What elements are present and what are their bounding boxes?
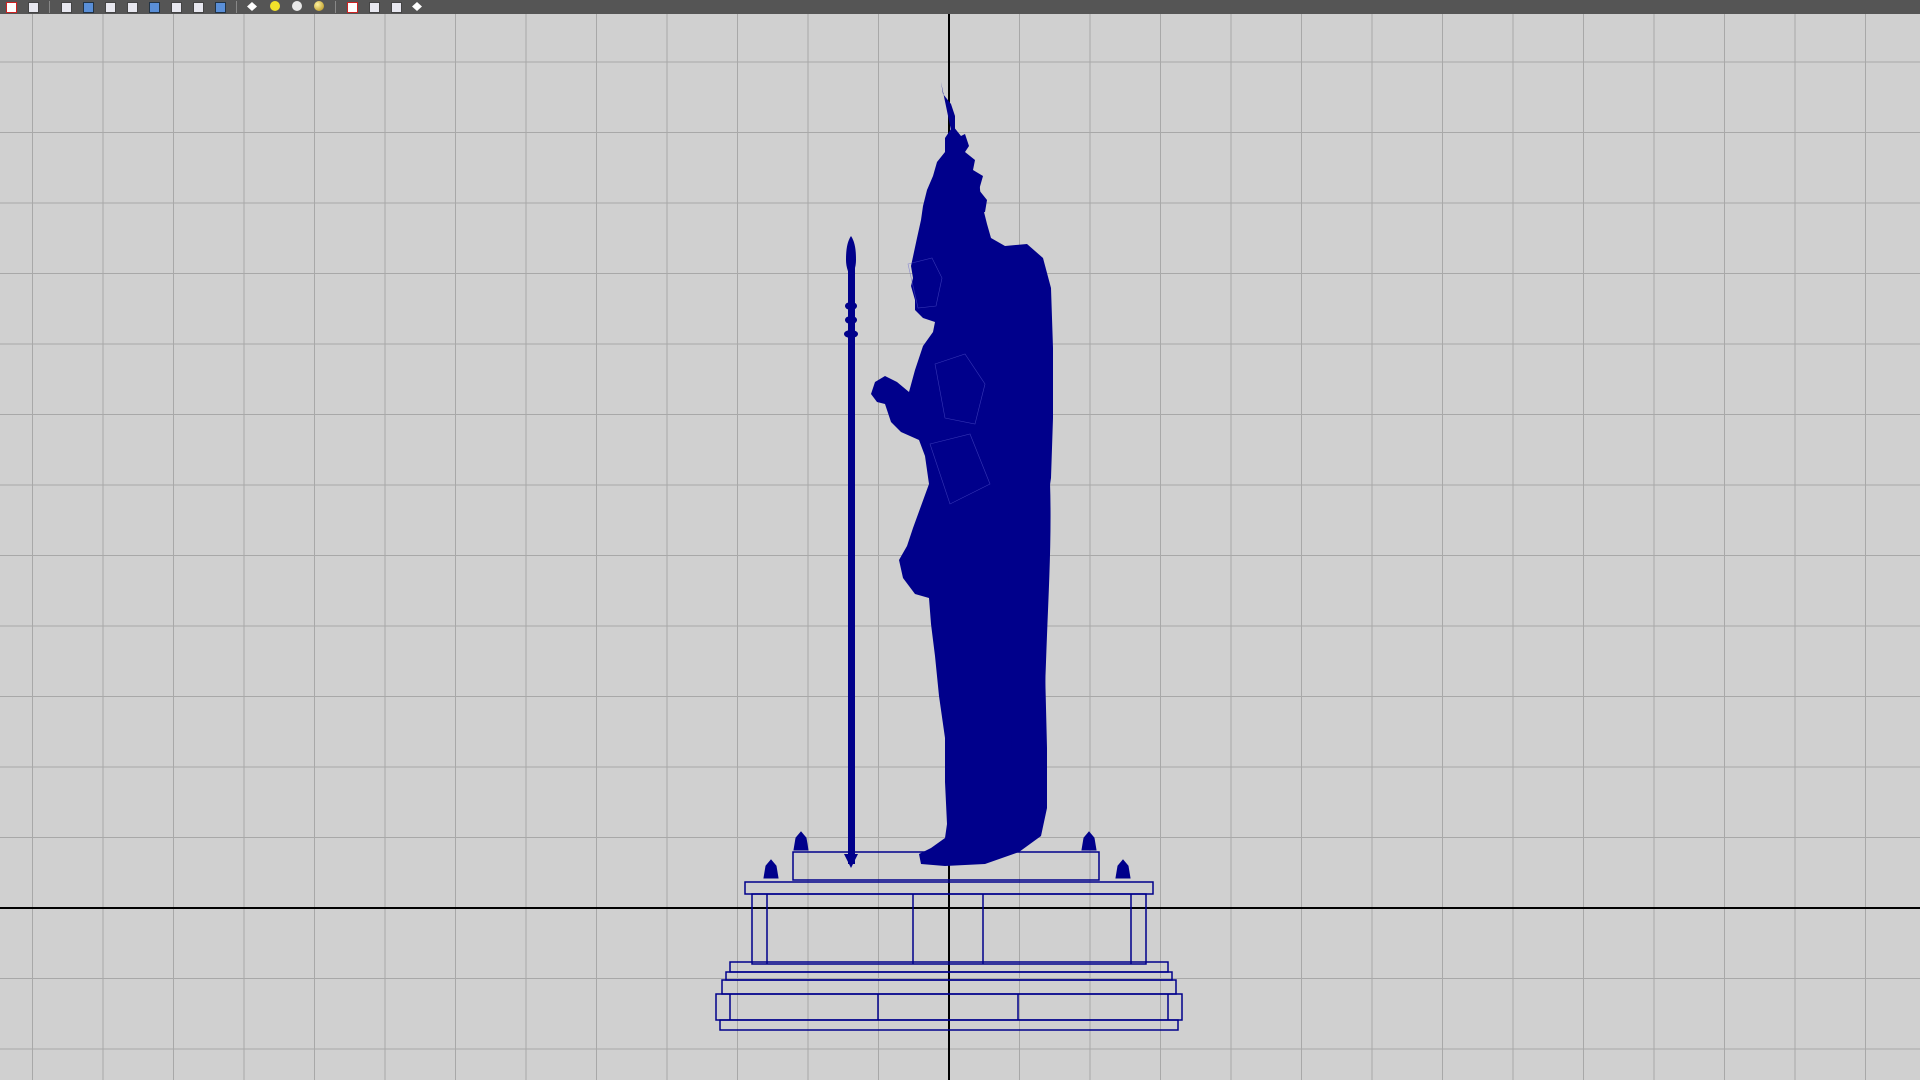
grid-snap-icon[interactable] xyxy=(58,1,74,13)
select-tool-icon[interactable] xyxy=(3,1,19,13)
ornament-right-back xyxy=(1081,831,1097,851)
panel-layout-icon[interactable] xyxy=(388,1,404,13)
toolbar-separator xyxy=(236,1,237,13)
point-snap-icon[interactable] xyxy=(102,1,118,13)
curve-snap-icon[interactable] xyxy=(80,1,96,13)
render-region-icon[interactable] xyxy=(146,1,162,13)
modeling-viewport[interactable] xyxy=(0,14,1920,1080)
spear-wireframe xyxy=(844,236,858,868)
ornament-left-front xyxy=(763,859,779,879)
node-editor-icon[interactable] xyxy=(410,1,426,13)
view-plane-snap-icon[interactable] xyxy=(124,1,140,13)
viewport-canvas[interactable] xyxy=(0,14,1920,1080)
ornament-left-back xyxy=(793,831,809,851)
light-yellow-icon[interactable] xyxy=(267,1,283,13)
hypershade-icon[interactable] xyxy=(245,1,261,13)
lasso-icon[interactable] xyxy=(25,1,41,13)
ornament-right-front xyxy=(1115,859,1131,879)
status-line-toolbar xyxy=(0,0,1920,15)
crown-wireframe xyxy=(927,126,987,216)
toolbar-separator xyxy=(335,1,336,13)
ipr-render-icon[interactable] xyxy=(190,1,206,13)
camera-icon[interactable] xyxy=(366,1,382,13)
xray-icon[interactable] xyxy=(344,1,360,13)
render-settings-icon[interactable] xyxy=(212,1,228,13)
light-white-icon[interactable] xyxy=(289,1,305,13)
shaded-sphere-icon[interactable] xyxy=(311,1,327,13)
render-icon[interactable] xyxy=(168,1,184,13)
toolbar-separator xyxy=(49,1,50,13)
